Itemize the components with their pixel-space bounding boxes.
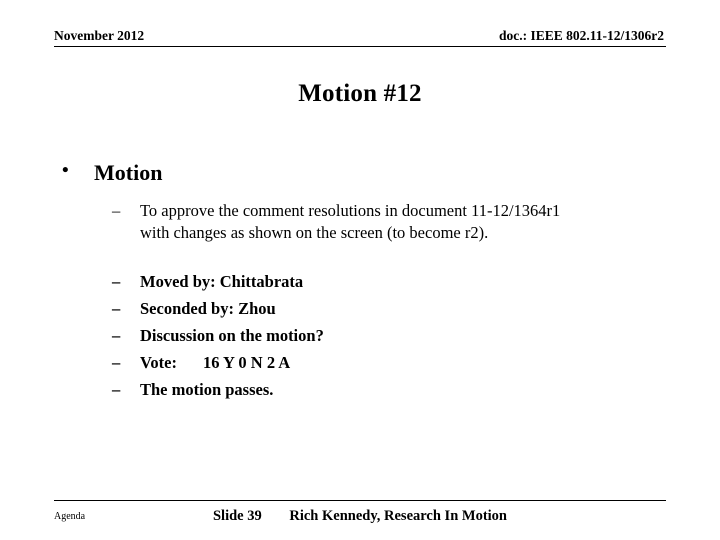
list-item-vote: – Vote: 16 Y 0 N 2 A (54, 352, 674, 373)
footer: Slide 39 Rich Kennedy, Research In Motio… (54, 508, 666, 525)
dash-icon: – (112, 271, 121, 291)
bullet-motion: • Motion (54, 160, 674, 186)
dash-icon: – (112, 380, 121, 400)
list-item-label: The motion passes. (140, 380, 274, 400)
list-item-motion-passes: – The motion passes. (54, 379, 674, 400)
list-item-label: Discussion on the motion? (140, 325, 324, 345)
motion-paragraph-line-2: with changes as shown on the screen (to … (140, 222, 489, 242)
dash-icon: – (112, 325, 121, 345)
slide-header: November 2012 doc.: IEEE 802.11-12/1306r… (54, 28, 666, 47)
list-item-moved-by: – Moved by: Chittabrata (54, 271, 674, 292)
header-date: November 2012 (54, 28, 145, 43)
dash-icon: – (112, 352, 121, 372)
bullet-motion-label: Motion (94, 160, 163, 185)
header-doc-id: doc.: IEEE 802.11-12/1306r2 (498, 28, 664, 43)
motion-paragraph-line-1: To approve the comment resolutions in do… (140, 201, 561, 221)
list-item-discussion: – Discussion on the motion? (54, 325, 674, 346)
page-title: Motion #12 (298, 80, 422, 107)
dash-icon: – (112, 298, 121, 318)
slide: November 2012 doc.: IEEE 802.11-12/1306r… (0, 0, 720, 540)
list-item-label: Seconded by: Zhou (140, 298, 276, 318)
dash-icon: – (112, 201, 121, 221)
list-item-seconded-by: – Seconded by: Zhou (54, 298, 674, 319)
vote-line: Vote: 16 Y 0 N 2 A (140, 352, 674, 373)
footer-author: Rich Kennedy, Research In Motion (289, 508, 508, 524)
vote-label: Vote: (140, 352, 177, 372)
list-item-label: Moved by: Chittabrata (140, 271, 304, 291)
bullet-point-icon: • (62, 160, 69, 181)
vote-value: 16 Y 0 N 2 A (202, 352, 291, 372)
slide-body: • Motion – To approve the comment resolu… (54, 160, 674, 406)
footer-divider (54, 500, 666, 501)
motion-paragraph: – To approve the comment resolutions in … (54, 200, 674, 242)
slide-number: Slide 39 (212, 508, 262, 524)
